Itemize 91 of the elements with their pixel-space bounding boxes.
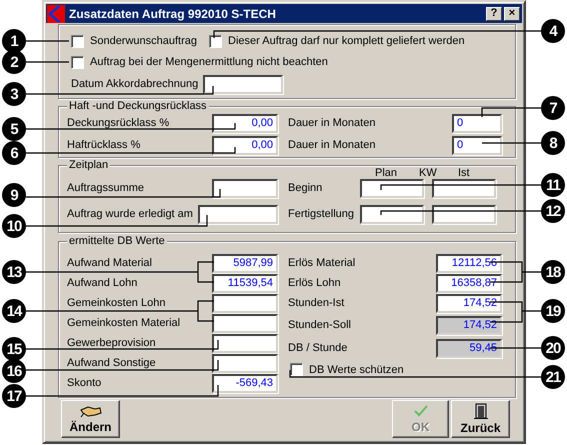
field-label: Dauer in Monaten [288, 140, 376, 151]
back-button[interactable]: Zurück [451, 400, 510, 438]
field-label: Haftrücklass % [67, 140, 140, 151]
callout-marker: 16 [2, 359, 26, 383]
field-label: Fertigstellung [288, 209, 356, 220]
checkbox[interactable] [290, 363, 303, 376]
leader-line [482, 142, 541, 144]
edit-button[interactable]: Ändern [61, 400, 120, 438]
input-field[interactable] [212, 179, 278, 198]
callout-marker: 8 [541, 131, 565, 155]
field-label: Erlös Material [288, 258, 356, 269]
callout-marker: 13 [2, 260, 26, 284]
field-label: Stunden-Soll [288, 320, 351, 331]
duration-field[interactable]: 0 [452, 136, 502, 155]
callout-marker: 18 [541, 260, 565, 284]
percent-field[interactable]: 0,00 [212, 136, 278, 155]
percent-field[interactable]: 0,00 [212, 114, 278, 133]
value-field[interactable]: 16358,87 [436, 274, 502, 293]
leader-line [481, 107, 541, 117]
callout-marker: 1 [2, 29, 26, 53]
field-label: Datum Akkordabrechnung [71, 79, 198, 90]
value-field[interactable] [212, 294, 278, 313]
column-header: Ist [458, 167, 470, 179]
value-field[interactable] [212, 354, 278, 373]
field-label: Beginn [288, 183, 324, 194]
value-field[interactable] [212, 314, 278, 333]
checkbox[interactable] [71, 56, 84, 68]
callout-marker: 2 [2, 50, 26, 74]
callout-marker: 14 [2, 299, 26, 323]
value-field[interactable]: 59,45 [436, 339, 502, 358]
group-title: Zeitplan [67, 159, 110, 172]
callout-marker: 10 [2, 214, 26, 238]
callout-marker: 19 [541, 299, 565, 323]
callout-marker: 3 [2, 82, 26, 106]
callout-marker: 15 [2, 337, 26, 361]
input-field[interactable] [198, 205, 278, 224]
leader-line [26, 40, 69, 42]
door-icon [474, 403, 488, 419]
help-button[interactable]: ? [486, 6, 502, 20]
value-field[interactable]: 12112,56 [436, 254, 502, 273]
checkbox-label: Auftrag bei der Mengenermittlung nicht beachten [90, 56, 328, 68]
field-label: Aufwand Material [67, 258, 152, 269]
leader-line [490, 347, 541, 349]
date-field[interactable] [203, 75, 284, 94]
field-label: Stunden-Ist [288, 298, 344, 309]
callout-marker: 17 [2, 384, 26, 408]
group-title: Haft -und Deckungsrücklass [67, 100, 209, 113]
callout-marker: 9 [2, 183, 26, 207]
field-label: Erlös Lohn [288, 278, 341, 289]
value-field[interactable]: -569,43 [212, 374, 278, 393]
callout-marker: 12 [541, 199, 565, 223]
actual-field[interactable] [432, 179, 496, 198]
value-field[interactable]: 11539,54 [212, 274, 278, 293]
callout-marker: 7 [541, 96, 565, 120]
field-label: Gemeinkosten Material [67, 318, 180, 329]
field-label: Aufwand Sonstige [67, 358, 156, 369]
value-field[interactable]: 174,52 [436, 294, 502, 313]
checkmark-icon [412, 404, 428, 418]
field-label: Skonto [67, 378, 102, 389]
field-label: Deckungsrücklass % [67, 118, 170, 129]
field-label: Auftragssumme [67, 183, 144, 194]
close-button[interactable]: × [504, 6, 520, 20]
checkbox-label: DB Werte schützen [309, 364, 404, 376]
callout-marker: 4 [541, 19, 565, 43]
field-label: Dauer in Monaten [288, 118, 376, 129]
callout-marker: 20 [541, 336, 565, 360]
checkbox[interactable] [71, 34, 84, 48]
column-header: Plan [375, 167, 398, 179]
leader-line [26, 61, 69, 63]
duration-field[interactable]: 0 [452, 114, 502, 133]
plan-field[interactable] [360, 179, 424, 198]
callout-marker: 21 [541, 365, 565, 389]
plan-field[interactable] [360, 205, 424, 224]
callout-marker: 11 [541, 173, 565, 197]
callout-marker: 5 [2, 117, 26, 141]
checkbox-label: Dieser Auftrag darf nur komplett geliefert werden [228, 35, 465, 47]
field-label: Auftrag wurde erledigt am [67, 209, 193, 220]
field-label: Gemeinkosten Lohn [67, 298, 166, 309]
app-logo-icon [47, 4, 65, 22]
value-field[interactable]: 5987,99 [212, 254, 278, 273]
window-title: Zusatzdaten Auftrag 992010 S-TECH [69, 6, 277, 20]
field-label: Gewerbeprovision [67, 338, 156, 349]
value-field[interactable] [212, 334, 278, 353]
actual-field[interactable] [432, 205, 496, 224]
callout-marker: 6 [2, 141, 26, 165]
value-field[interactable]: 174,52 [436, 316, 502, 335]
checkbox[interactable] [209, 34, 222, 48]
field-label: DB / Stunde [288, 343, 348, 354]
checkbox-label: Sonderwunschauftrag [90, 35, 198, 47]
column-header: KW [419, 167, 437, 179]
field-label: Aufwand Lohn [67, 278, 138, 289]
